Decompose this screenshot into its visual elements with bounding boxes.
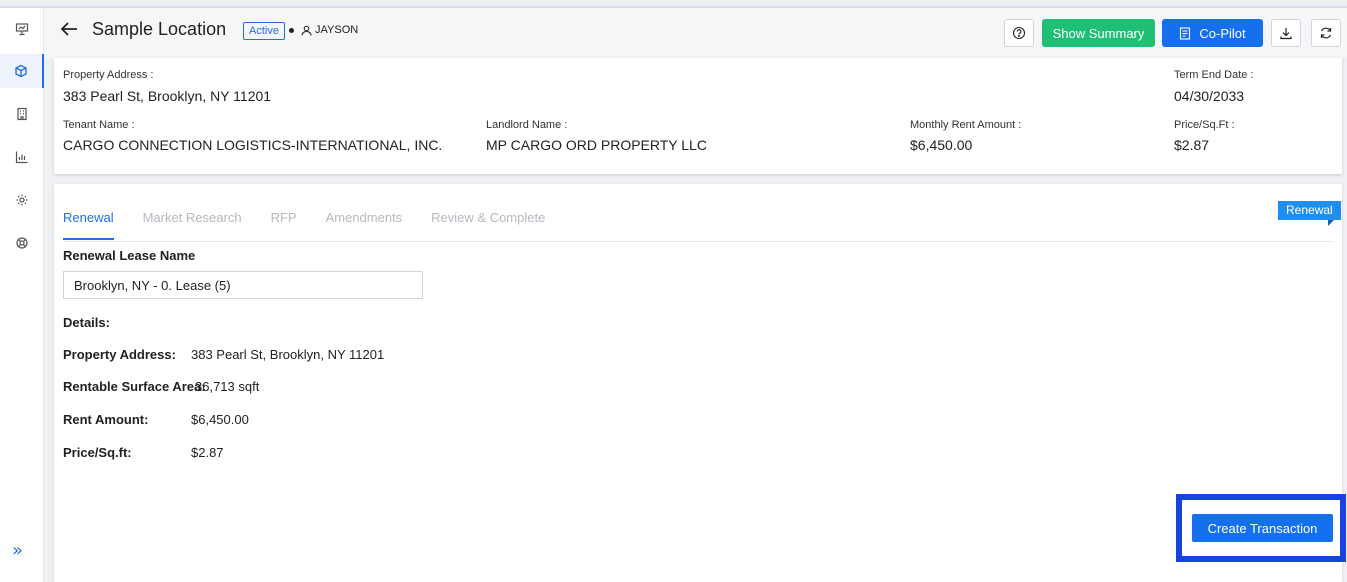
sidebar-item-settings[interactable] bbox=[0, 183, 44, 217]
property-address-value: 383 Pearl St, Brooklyn, NY 11201 bbox=[63, 88, 272, 104]
price-sqft-label: Price/Sq.Ft : bbox=[1174, 119, 1235, 131]
user-name: JAYSON bbox=[315, 24, 359, 36]
bar-chart-icon bbox=[15, 151, 28, 164]
lease-name-label: Renewal Lease Name bbox=[63, 248, 196, 263]
sidebar-item-buildings[interactable] bbox=[0, 97, 44, 131]
term-end-label: Term End Date : bbox=[1174, 69, 1254, 81]
separator-dot bbox=[289, 28, 294, 33]
detail-label-surface-area: Rentable Surface Area: bbox=[63, 379, 206, 394]
user-tag: JAYSON bbox=[301, 24, 358, 36]
refresh-icon bbox=[1320, 27, 1332, 39]
show-summary-button[interactable]: Show Summary bbox=[1042, 19, 1155, 47]
page-title: Sample Location bbox=[92, 19, 227, 39]
lease-name-input[interactable] bbox=[63, 271, 423, 299]
presentation-icon bbox=[15, 23, 29, 36]
stage-ribbon: Renewal bbox=[1278, 201, 1341, 220]
details-heading: Details: bbox=[63, 315, 110, 330]
download-button[interactable] bbox=[1271, 19, 1301, 47]
gear-icon bbox=[16, 194, 28, 206]
building-icon bbox=[17, 107, 27, 121]
landlord-name-value: MP CARGO ORD PROPERTY LLC bbox=[486, 137, 707, 153]
tab-amendments[interactable]: Amendments bbox=[326, 210, 403, 240]
download-icon bbox=[1280, 28, 1292, 40]
term-end-value: 04/30/2033 bbox=[1174, 88, 1245, 104]
monthly-rent-label: Monthly Rent Amount : bbox=[910, 119, 1022, 131]
renewal-panel: Renewal Market Research RFP Amendments R… bbox=[54, 184, 1342, 582]
detail-label-price-sqft: Price/Sq.ft: bbox=[63, 445, 132, 460]
sidebar-item-reports[interactable] bbox=[0, 140, 44, 174]
tab-review-complete[interactable]: Review & Complete bbox=[431, 210, 545, 240]
user-icon bbox=[301, 25, 312, 36]
detail-value-surface-area: 36,713 sqft bbox=[195, 379, 260, 394]
refresh-button[interactable] bbox=[1311, 19, 1341, 47]
tab-rfp[interactable]: RFP bbox=[271, 210, 297, 240]
landlord-name-label: Landlord Name : bbox=[486, 119, 568, 131]
help-button[interactable] bbox=[1004, 19, 1034, 47]
document-icon bbox=[1180, 26, 1191, 40]
expand-sidebar-icon[interactable]: » bbox=[12, 540, 23, 561]
tenant-name-label: Tenant Name : bbox=[63, 119, 135, 131]
tab-renewal[interactable]: Renewal bbox=[63, 210, 114, 240]
create-transaction-button[interactable]: Create Transaction bbox=[1192, 514, 1333, 542]
question-icon bbox=[1012, 26, 1026, 40]
detail-value-price-sqft: $2.87 bbox=[191, 445, 224, 460]
tab-divider bbox=[63, 241, 1333, 242]
tab-market-research[interactable]: Market Research bbox=[143, 210, 242, 240]
tab-bar: Renewal Market Research RFP Amendments R… bbox=[63, 210, 574, 240]
page-header: Sample Location Active JAYSON Show Summa… bbox=[44, 8, 1347, 58]
sidebar-item-leases[interactable] bbox=[0, 54, 44, 88]
detail-label-rent-amount: Rent Amount: bbox=[63, 412, 149, 427]
tenant-name-value: CARGO CONNECTION LOGISTICS-INTERNATIONAL… bbox=[63, 137, 443, 153]
sidebar-item-dashboard[interactable] bbox=[0, 12, 44, 46]
property-address-label: Property Address : bbox=[63, 69, 154, 81]
detail-value-property-address: 383 Pearl St, Brooklyn, NY 11201 bbox=[191, 347, 385, 362]
cube-icon bbox=[15, 64, 27, 78]
price-sqft-value: $2.87 bbox=[1174, 137, 1210, 153]
detail-value-rent-amount: $6,450.00 bbox=[191, 412, 249, 427]
copilot-button[interactable]: Co-Pilot bbox=[1162, 19, 1263, 47]
sidebar-item-support[interactable] bbox=[0, 226, 44, 260]
status-badge: Active bbox=[243, 22, 285, 40]
ribbon-fold bbox=[1328, 220, 1334, 226]
copilot-label: Co-Pilot bbox=[1199, 25, 1246, 41]
lifebuoy-icon bbox=[16, 237, 28, 249]
detail-label-property-address: Property Address: bbox=[63, 347, 176, 362]
monthly-rent-value: $6,450.00 bbox=[910, 137, 973, 153]
sidebar: » bbox=[0, 8, 44, 582]
back-arrow-icon[interactable] bbox=[58, 18, 80, 40]
property-summary-card: Property Address : 383 Pearl St, Brookly… bbox=[54, 58, 1342, 174]
